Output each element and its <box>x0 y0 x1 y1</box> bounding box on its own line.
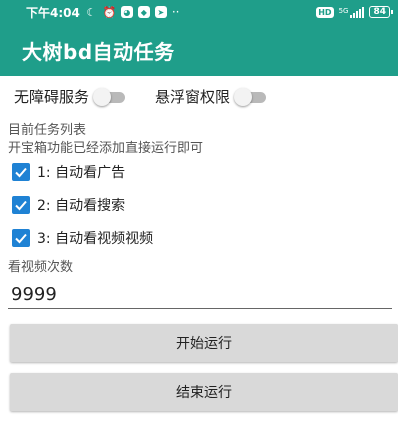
checkbox-checked-icon[interactable] <box>12 163 30 181</box>
task-item-label: 2: 自动看搜索 <box>37 198 126 214</box>
task-item-ads[interactable]: 1: 自动看广告 <box>12 161 125 183</box>
video-count-label: 看视频次数 <box>8 260 74 275</box>
task-item-label: 1: 自动看广告 <box>37 165 126 181</box>
overlay-permission-toggle[interactable] <box>234 87 268 107</box>
hd-badge: HD <box>316 6 334 18</box>
app-bar: 大树bd自动任务 <box>0 24 398 76</box>
switch-row: 无障碍服务 悬浮窗权限 <box>0 86 398 110</box>
task-list-heading: 目前任务列表 <box>8 123 87 138</box>
app-title: 大树bd自动任务 <box>22 39 175 64</box>
battery-icon: 84 <box>369 6 393 18</box>
status-left: 下午4:04 ☾ ⏰ ◕ ◆ ➤ ·· <box>26 4 180 21</box>
send-notification-icon: ➤ <box>154 6 167 18</box>
overlay-permission-label: 悬浮窗权限 <box>155 88 231 106</box>
status-time: 下午4:04 <box>26 5 80 20</box>
network-type: 5G <box>338 6 349 15</box>
overlay-permission-switch-group[interactable]: 悬浮窗权限 <box>155 86 268 107</box>
checkbox-checked-icon[interactable] <box>12 196 30 214</box>
video-count-value[interactable]: 9999 <box>8 281 392 309</box>
accessibility-label: 无障碍服务 <box>14 88 90 106</box>
shield-notification-icon: ◆ <box>137 6 150 18</box>
start-button[interactable]: 开始运行 <box>10 324 398 362</box>
task-item-label: 3: 自动看视频视频 <box>37 231 154 247</box>
accessibility-toggle[interactable] <box>93 87 127 107</box>
app-notification-icon: ◕ <box>120 6 133 18</box>
accessibility-switch-group[interactable]: 无障碍服务 <box>14 86 127 107</box>
task-list-note: 开宝箱功能已经添加直接运行即可 <box>8 141 204 156</box>
moon-icon: ☾ <box>86 5 97 19</box>
alarm-icon: ⏰ <box>102 5 117 19</box>
task-item-search[interactable]: 2: 自动看搜索 <box>12 194 125 216</box>
signal-icon: 5G <box>338 6 365 18</box>
status-bar: 下午4:04 ☾ ⏰ ◕ ◆ ➤ ·· HD 5G 84 <box>0 0 398 24</box>
video-count-input[interactable]: 9999 <box>8 281 392 309</box>
more-notifications-indicator: ·· <box>171 5 180 19</box>
task-item-video[interactable]: 3: 自动看视频视频 <box>12 227 153 249</box>
checkbox-checked-icon[interactable] <box>12 229 30 247</box>
stop-button[interactable]: 结束运行 <box>10 373 398 411</box>
status-right: HD 5G 84 <box>316 6 393 18</box>
